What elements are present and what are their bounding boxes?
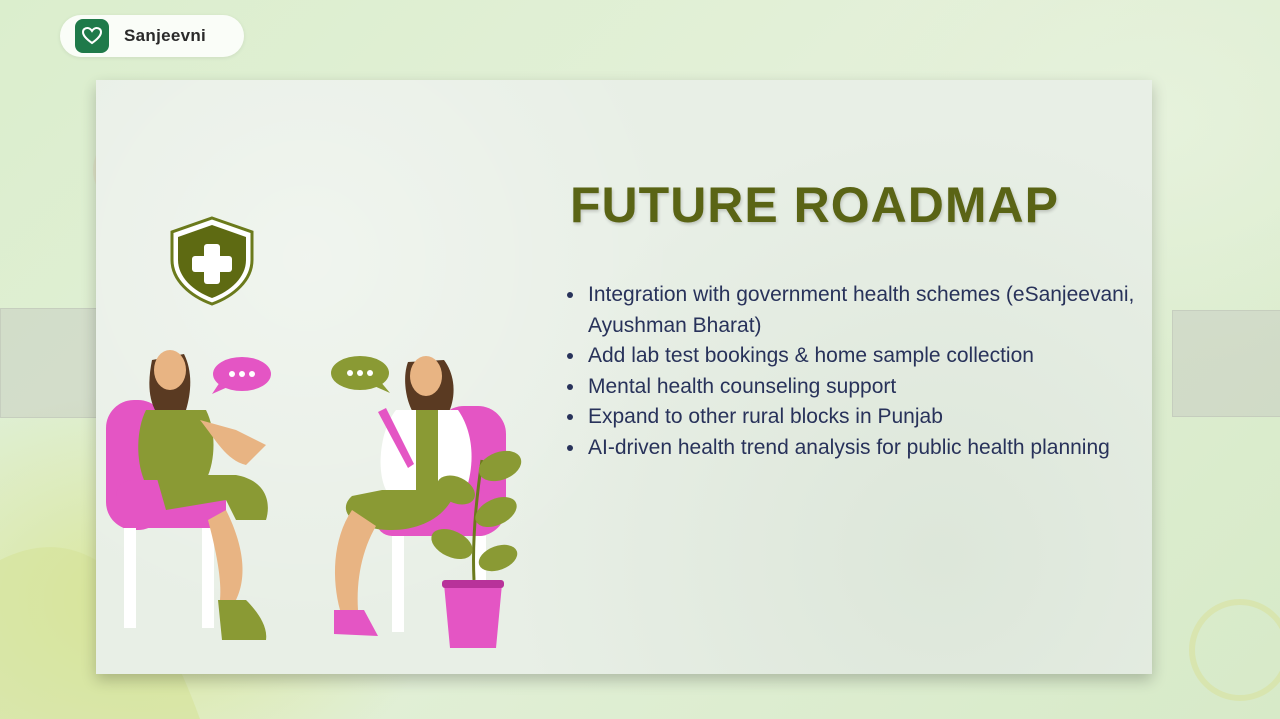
- tape-left: [0, 308, 102, 418]
- tape-right: [1172, 310, 1280, 417]
- speech-bubble-icon: [331, 356, 390, 393]
- heart-icon: [75, 19, 109, 53]
- list-item: Mental health counseling support: [586, 372, 1146, 403]
- list-item: AI-driven health trend analysis for publ…: [586, 433, 1146, 464]
- consultation-illustration: [106, 216, 522, 648]
- list-item: Expand to other rural blocks in Punjab: [586, 402, 1146, 433]
- speech-bubble-icon: [212, 357, 271, 394]
- list-item: Integration with government health schem…: [586, 280, 1146, 341]
- brand-name: Sanjeevni: [124, 26, 207, 45]
- roadmap-list: Integration with government health schem…: [564, 280, 1146, 463]
- slide-card: FUTURE ROADMAP Integration with governme…: [96, 80, 1152, 674]
- slide-title: FUTURE ROADMAP: [570, 177, 1059, 233]
- list-item: Add lab test bookings & home sample coll…: [586, 341, 1146, 372]
- brand-badge[interactable]: Sanjeevni: [60, 15, 244, 57]
- shield-medical-cross-icon: [170, 216, 254, 306]
